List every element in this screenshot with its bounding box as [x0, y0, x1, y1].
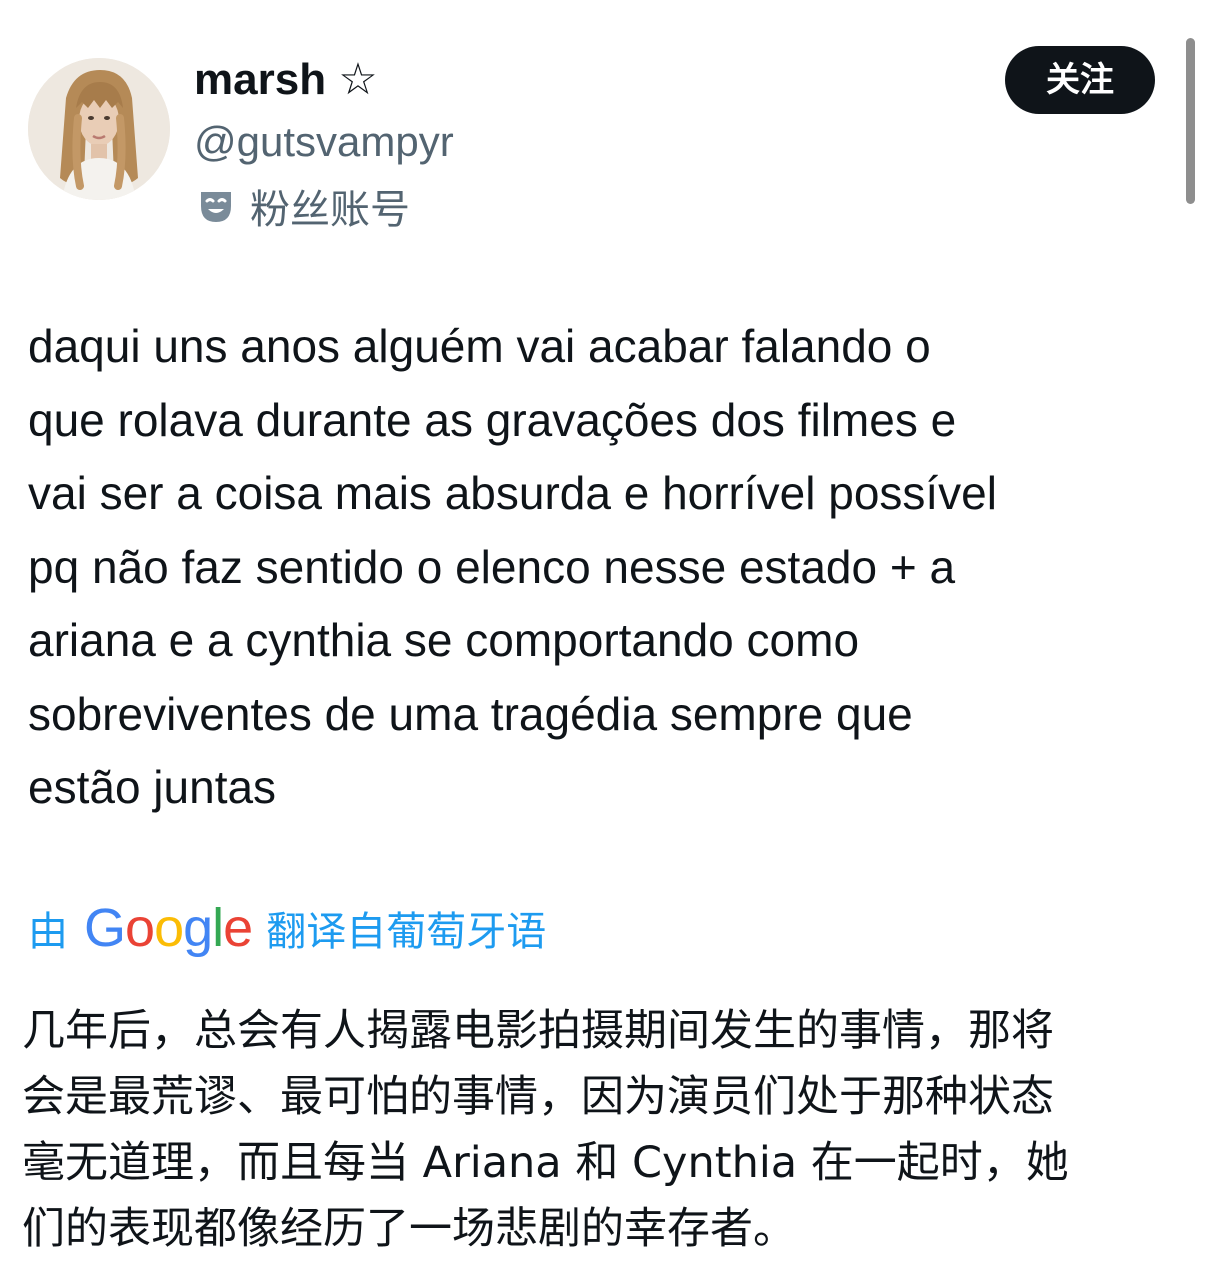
tweet-text-line: estão juntas	[28, 761, 277, 813]
translation-prefix: 由	[28, 909, 68, 955]
google-letter: G	[84, 898, 126, 958]
google-letter: e	[223, 898, 253, 958]
translated-text: 几年后，总会有人揭露电影拍摄期间发生的事情，那将 会是最荒谬、最可怕的事情，因为…	[22, 998, 1192, 1262]
theater-mask-icon	[196, 186, 236, 226]
user-handle[interactable]: @gutsvampyr	[194, 114, 454, 170]
avatar-photo	[28, 58, 170, 200]
translated-text-line: 会是最荒谬、最可怕的事情，因为演员们处于那种状态	[22, 1072, 1054, 1122]
display-name[interactable]: marsh ☆	[194, 52, 378, 108]
google-letter: g	[183, 898, 213, 958]
tweet-text-line: ariana e a cynthia se comportando como	[28, 614, 860, 666]
google-letter: o	[154, 898, 184, 958]
follow-button[interactable]: 关注	[1005, 46, 1155, 114]
translation-source-language: 翻译自葡萄牙语	[266, 909, 547, 955]
tweet-text-line: daqui uns anos alguém vai acabar falando…	[28, 320, 931, 372]
tweet-text-line: que rolava durante as gravações dos film…	[28, 393, 957, 446]
google-letter: l	[212, 898, 224, 958]
tweet-text: daqui uns anos alguém vai acabar falando…	[28, 310, 1188, 825]
translation-attribution-link[interactable]: 由 Google 翻译自葡萄牙语	[28, 896, 546, 960]
tweet-text-line: sobreviventes de uma tragédia sempre que	[28, 687, 913, 740]
translated-text-line: 们的表现都像经历了一场悲剧的幸存者。	[22, 1204, 796, 1254]
google-letter: o	[125, 898, 155, 958]
tweet-text-line: pq não faz sentido o elenco nesse estado…	[28, 540, 956, 593]
avatar[interactable]	[28, 58, 170, 200]
fan-account-badge: 粉丝账号	[196, 178, 410, 234]
google-logo: Google	[84, 897, 253, 959]
fan-account-label: 粉丝账号	[250, 187, 410, 233]
translated-text-line: 几年后，总会有人揭露电影拍摄期间发生的事情，那将	[22, 1006, 1054, 1056]
tweet-text-line: vai ser a coisa mais absurda e horrível …	[28, 467, 997, 519]
scrollbar[interactable]	[1186, 38, 1195, 204]
translated-text-line: 毫无道理，而且每当 Ariana 和 Cynthia 在一起时，她	[22, 1138, 1069, 1188]
